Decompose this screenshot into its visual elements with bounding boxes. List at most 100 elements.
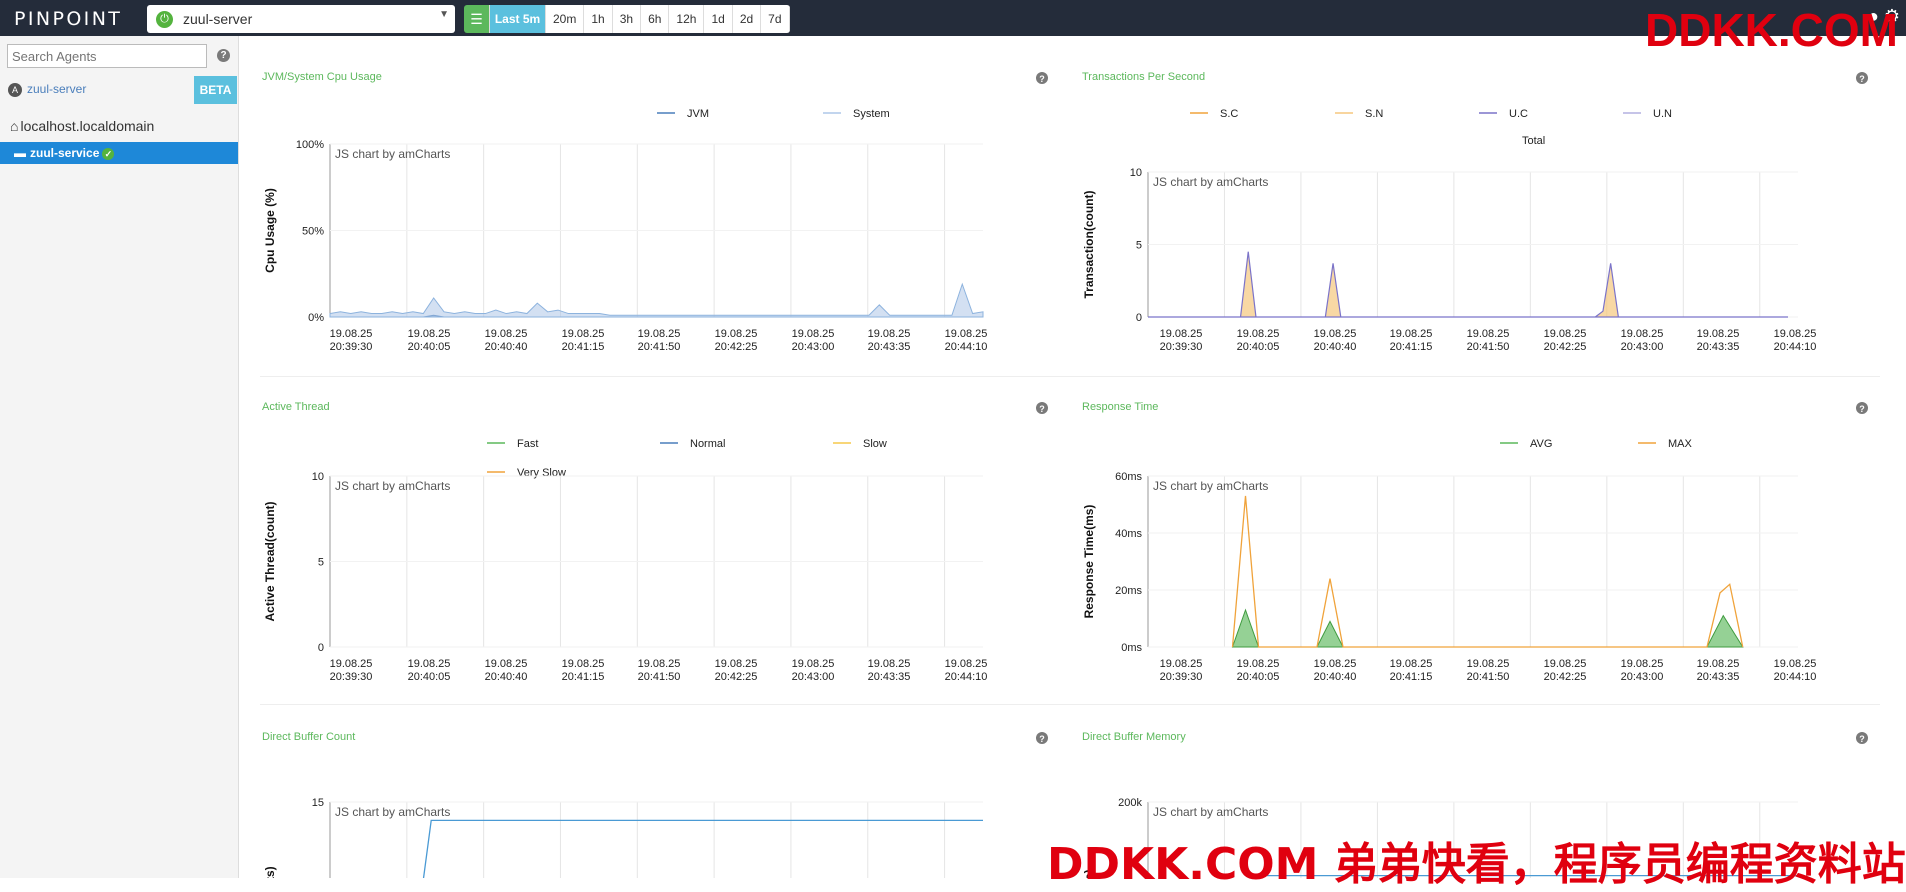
time-range-1d[interactable]: 1d [704, 5, 733, 33]
series-area-avg [1231, 608, 1744, 648]
application-selector[interactable]: ⏻ zuul-server ▼ [147, 5, 455, 33]
x-tick-date: 19.08.25 [485, 328, 528, 340]
chart-title: Direct Buffer Count [262, 731, 355, 743]
y-tick-label: 40ms [1115, 528, 1142, 540]
search-agents-input[interactable] [7, 44, 207, 68]
time-range-last-5m[interactable]: Last 5m [490, 5, 546, 33]
x-tick-time: 20:44:10 [945, 341, 988, 353]
time-range-2d[interactable]: 2d [732, 5, 762, 33]
x-tick-time: 20:40:40 [485, 671, 528, 683]
x-tick-time: 20:43:00 [792, 671, 835, 683]
series-line-max [1231, 495, 1744, 648]
x-tick-time: 20:39:30 [1160, 671, 1203, 683]
help-icon-glyph: ? [1039, 734, 1045, 744]
series-line-buffer-count [422, 819, 983, 878]
x-tick-date: 19.08.25 [792, 328, 835, 340]
amcharts-watermark: JS chart by amCharts [1153, 479, 1268, 493]
legend-item: U.C [1509, 108, 1528, 120]
series-area-transactions [1148, 251, 1788, 318]
y-tick-label: 0ms [1121, 642, 1142, 654]
x-tick-time: 20:42:25 [1544, 671, 1587, 683]
x-tick-time: 20:41:50 [1467, 341, 1510, 353]
x-tick-date: 19.08.25 [1697, 658, 1740, 670]
x-tick-date: 19.08.25 [638, 658, 681, 670]
selected-application: zuul-server [183, 11, 253, 27]
x-tick-date: 19.08.25 [562, 328, 605, 340]
amcharts-watermark: JS chart by amCharts [1153, 805, 1268, 819]
x-tick-time: 20:40:05 [1237, 341, 1280, 353]
x-tick-time: 20:44:10 [945, 671, 988, 683]
x-tick-date: 19.08.25 [1237, 328, 1280, 340]
x-tick-date: 19.08.25 [1621, 658, 1664, 670]
time-range-12h[interactable]: 12h [669, 5, 705, 33]
x-tick-date: 19.08.25 [868, 328, 911, 340]
agent-sidebar: ? Azuul-server BETA ⌂localhost.localdoma… [0, 36, 239, 878]
x-tick-time: 20:41:15 [562, 671, 605, 683]
help-icon-glyph: ? [1039, 74, 1045, 84]
legend-item: Total [1522, 135, 1545, 147]
chart-title: Transactions Per Second [1082, 71, 1205, 83]
y-axis-label: Cpu Usage (%) [263, 188, 277, 273]
x-tick-date: 19.08.25 [408, 328, 451, 340]
amcharts-watermark: JS chart by amCharts [335, 805, 450, 819]
inspector-main: JVM/System Cpu Usage? JVM System 100% 50% 0% C… [240, 36, 1906, 878]
x-tick-time: 20:41:50 [638, 341, 681, 353]
x-tick-date: 19.08.25 [1314, 328, 1357, 340]
x-tick-date: 19.08.25 [1390, 328, 1433, 340]
host-name: localhost.localdomain [20, 118, 155, 134]
x-tick-date: 19.08.25 [792, 658, 835, 670]
chart-title: Response Time [1082, 401, 1158, 413]
help-icon-glyph: ? [1859, 734, 1865, 744]
x-tick-time: 20:39:30 [330, 341, 373, 353]
time-range-1h[interactable]: 1h [584, 5, 613, 33]
amcharts-watermark: JS chart by amCharts [335, 479, 450, 493]
watermark-top: DDKK.COM [1645, 4, 1898, 56]
x-tick-date: 19.08.25 [562, 658, 605, 670]
agent-item-selected[interactable]: ▬ zuul-service ✓ [0, 142, 238, 164]
legend-item: System [853, 108, 890, 120]
x-tick-date: 19.08.25 [1160, 328, 1203, 340]
charts-canvas: JVM/System Cpu Usage ? JVM System 100% 50% 0% C… [262, 71, 1868, 878]
amcharts-watermark: JS chart by amCharts [1153, 175, 1268, 189]
beta-badge[interactable]: BETA [194, 76, 237, 104]
x-tick-date: 19.08.25 [1544, 658, 1587, 670]
x-tick-date: 19.08.25 [945, 658, 988, 670]
x-tick-date: 19.08.25 [1774, 658, 1817, 670]
time-range-menu-button[interactable]: ☰ [464, 5, 490, 33]
x-tick-time: 20:41:15 [1390, 671, 1433, 683]
application-entry[interactable]: Azuul-server [8, 82, 86, 97]
pinpoint-logo[interactable]: PINPOINT [14, 8, 122, 30]
x-tick-date: 19.08.25 [1774, 328, 1817, 340]
x-tick-time: 20:39:30 [1160, 341, 1203, 353]
help-icon-glyph: ? [1039, 404, 1045, 414]
x-tick-date: 19.08.25 [715, 328, 758, 340]
time-range-6h[interactable]: 6h [641, 5, 670, 33]
legend-item: S.N [1365, 108, 1383, 120]
time-range-20m[interactable]: 20m [546, 5, 585, 33]
help-icon[interactable]: ? [217, 49, 230, 62]
chart-title: Direct Buffer Memory [1082, 731, 1186, 743]
legend-item: Slow [863, 438, 887, 450]
y-tick-label: 5 [318, 557, 324, 569]
x-tick-time: 20:44:10 [1774, 341, 1817, 353]
server-icon: ▬ [14, 146, 26, 160]
x-tick-time: 20:41:15 [562, 341, 605, 353]
time-range-7d[interactable]: 7d [761, 5, 790, 33]
y-tick-label: 5 [1136, 240, 1142, 252]
x-tick-time: 20:44:10 [1774, 671, 1817, 683]
x-tick-date: 19.08.25 [485, 658, 528, 670]
y-tick-label: 0% [308, 312, 324, 324]
y-tick-label: 0 [318, 642, 324, 654]
legend-item: Normal [690, 438, 725, 450]
host-entry[interactable]: ⌂ localhost.localdomain [10, 118, 154, 134]
x-tick-date: 19.08.25 [638, 328, 681, 340]
x-tick-date: 19.08.25 [330, 328, 373, 340]
x-tick-date: 19.08.25 [1390, 658, 1433, 670]
time-range-3h[interactable]: 3h [612, 5, 642, 33]
y-tick-label: 10 [1130, 167, 1142, 179]
legend-item: AVG [1530, 438, 1552, 450]
x-tick-time: 20:42:25 [1544, 341, 1587, 353]
y-tick-label: 15 [312, 797, 324, 809]
x-tick-date: 19.08.25 [1467, 658, 1510, 670]
y-tick-label: 0 [1136, 312, 1142, 324]
